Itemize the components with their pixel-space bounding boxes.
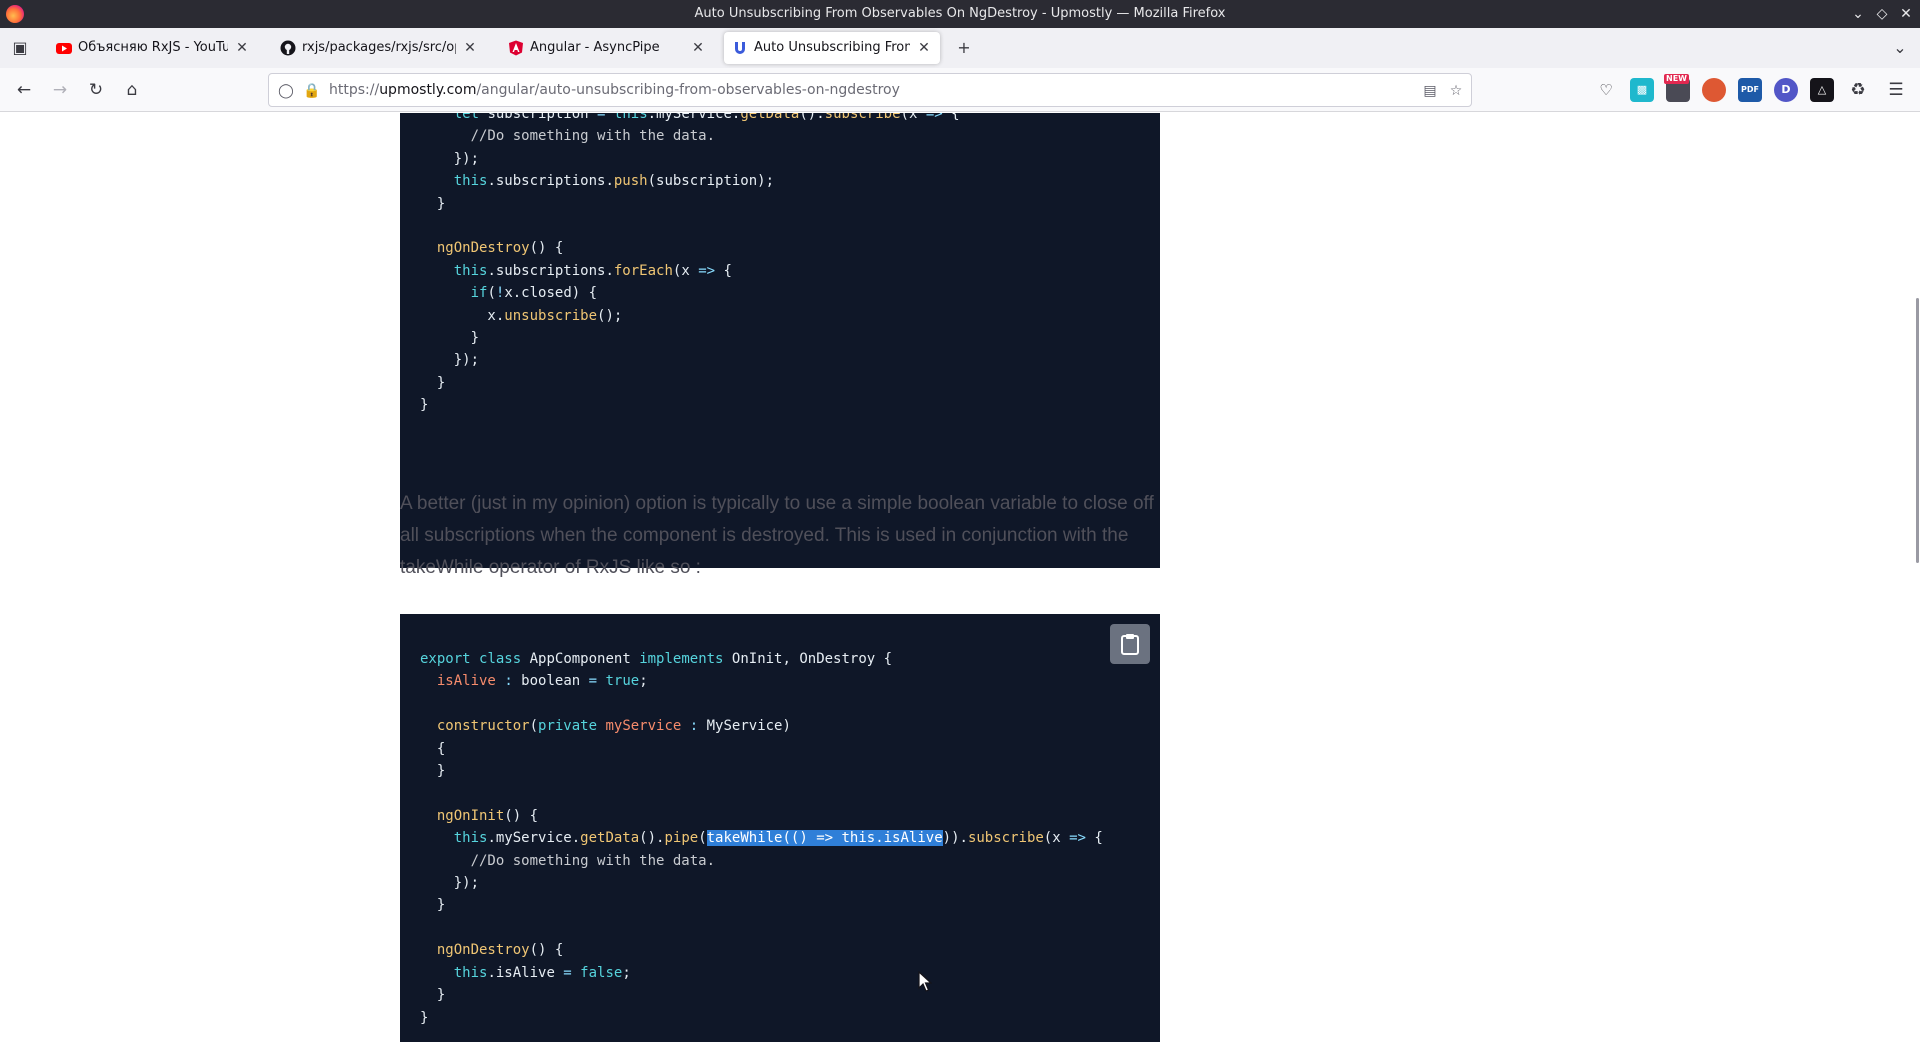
tab-angular[interactable]: Angular - AsyncPipe ✕ <box>500 32 714 64</box>
new-badge: NEW <box>1664 74 1689 84</box>
tab-youtube[interactable]: Объясняю RxJS - YouTube ✕ <box>48 32 258 64</box>
article-paragraph: A better (just in my opinion) option is … <box>400 493 1154 578</box>
upmostly-icon <box>735 42 745 54</box>
close-tab-icon[interactable]: ✕ <box>688 38 708 58</box>
url-scheme: https:// <box>329 82 380 98</box>
minimize-icon[interactable]: ⌄ <box>1848 4 1868 24</box>
close-tab-icon[interactable]: ✕ <box>914 38 934 58</box>
tab-label: Объясняю RxJS - YouTube <box>78 40 228 55</box>
d-extension-icon[interactable]: D <box>1774 78 1798 102</box>
list-all-tabs-icon[interactable]: ⌄ <box>1888 36 1912 60</box>
tab-label: Auto Unsubscribing From O <box>754 40 910 55</box>
url-bar[interactable]: ◯ 🔒 https://upmostly.com/angular/auto-un… <box>268 73 1472 107</box>
youtube-icon <box>56 43 72 54</box>
reload-icon[interactable]: ↻ <box>84 78 108 102</box>
close-tab-icon[interactable]: ✕ <box>460 38 480 58</box>
home-icon[interactable]: ⌂ <box>120 78 144 102</box>
reader-view-icon[interactable]: ▤ <box>1419 80 1441 102</box>
code-block-takewhile: export class AppComponent implements OnI… <box>400 614 1160 1042</box>
pocket-icon[interactable]: ♡ <box>1594 78 1618 102</box>
angular-icon <box>509 40 523 56</box>
new-tab-icon[interactable]: + <box>952 36 976 60</box>
page-content: let subscription = this.myService.getDat… <box>0 113 1920 1042</box>
tab-strip: ▣ Объясняю RxJS - YouTube ✕ rxjs/package… <box>0 28 1920 68</box>
navigation-toolbar: ← → ↻ ⌂ ◯ 🔒 https://upmostly.com/angular… <box>0 68 1920 112</box>
bookmark-star-icon[interactable]: ☆ <box>1445 80 1467 102</box>
back-icon[interactable]: ← <box>12 78 36 102</box>
github-icon <box>280 40 296 56</box>
d-label: D <box>1781 83 1791 96</box>
window-title: Auto Unsubscribing From Observables On N… <box>694 6 1226 21</box>
tracking-protection-shield-icon[interactable]: ◯ <box>275 80 297 102</box>
tab-github[interactable]: rxjs/packages/rxjs/src/ope ✕ <box>272 32 486 64</box>
page-scrollbar[interactable] <box>1914 113 1920 1042</box>
tab-label: rxjs/packages/rxjs/src/ope <box>302 40 456 55</box>
tab-upmostly[interactable]: Auto Unsubscribing From O ✕ <box>724 32 940 64</box>
lock-icon[interactable]: 🔒 <box>301 80 323 102</box>
close-window-icon[interactable]: ✕ <box>1896 4 1916 24</box>
pdf-label: PDF <box>1741 85 1759 94</box>
extensions-puzzle-icon[interactable]: ♻ <box>1846 78 1870 102</box>
code-text[interactable]: let subscription = this.myService.getDat… <box>420 113 960 417</box>
url-host: upmostly.com <box>379 82 477 98</box>
duckduckgo-icon[interactable] <box>1702 78 1726 102</box>
hamburger-menu-icon[interactable]: ☰ <box>1884 78 1908 102</box>
pdf-extension-icon[interactable]: PDF <box>1738 78 1762 102</box>
close-tab-icon[interactable]: ✕ <box>232 38 252 58</box>
url-text[interactable]: https://upmostly.com/angular/auto-unsubs… <box>329 82 900 98</box>
clipboard-icon <box>1121 634 1139 655</box>
forward-icon[interactable]: → <box>48 78 72 102</box>
code-text[interactable]: export class AppComponent implements OnI… <box>420 648 1103 1029</box>
scrollbar-thumb[interactable] <box>1916 298 1919 563</box>
url-path: /angular/auto-unsubscribing-from-observa… <box>476 82 900 98</box>
copy-code-button[interactable] <box>1110 624 1150 664</box>
angular-devtools-icon[interactable]: △ <box>1810 78 1834 102</box>
save-extension-icon[interactable]: ▩ <box>1630 78 1654 102</box>
window-titlebar: Auto Unsubscribing From Observables On N… <box>0 0 1920 28</box>
mouse-cursor-icon <box>918 971 932 992</box>
tab-label: Angular - AsyncPipe <box>530 40 660 55</box>
firefox-view-icon[interactable]: ▣ <box>8 36 32 60</box>
new-extension-icon[interactable]: NEW <box>1664 74 1690 102</box>
maximize-icon[interactable]: ◇ <box>1872 4 1892 24</box>
